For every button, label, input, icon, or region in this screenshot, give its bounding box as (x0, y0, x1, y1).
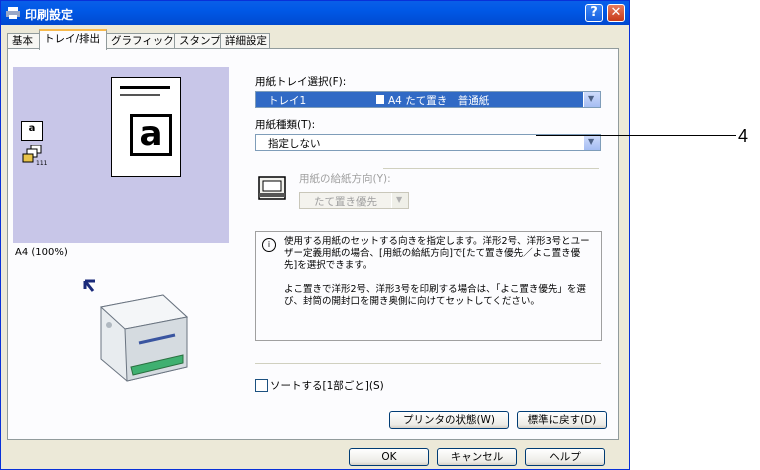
feed-direction-group (255, 159, 601, 221)
paper-line (120, 86, 170, 89)
restore-defaults-button[interactable]: 標準に戻す(D) (517, 411, 607, 429)
help-button[interactable]: ヘルプ (525, 448, 605, 466)
help-title-button[interactable]: ? (585, 4, 603, 22)
svg-text:111: 111 (36, 160, 47, 167)
tab-advanced[interactable]: 詳細設定 (220, 33, 270, 49)
chevron-down-icon[interactable]: ▼ (391, 193, 408, 208)
tab-graphics[interactable]: グラフィックス (106, 33, 184, 49)
printer-icon (6, 7, 20, 19)
paper-type-value: 指定しない (268, 138, 321, 150)
window-title: 印刷設定 (25, 8, 74, 22)
paper-feed-icon (258, 176, 286, 200)
tray-label: 用紙トレイ選択(F): (255, 76, 347, 88)
callout-number: 4 (738, 126, 749, 146)
tab-stamp[interactable]: スタンプ (174, 33, 221, 49)
preview-letter: a (130, 114, 172, 156)
tray-select-value: トレイ1 (268, 95, 307, 107)
feed-direction-label: 用紙の給紙方向(Y): (299, 173, 391, 185)
group-divider (383, 168, 599, 169)
feed-direction-select[interactable]: たて置き優先 ▼ (299, 192, 409, 209)
info-icon: i (262, 238, 276, 252)
close-button[interactable]: ✕ (607, 4, 625, 22)
printer-status-button[interactable]: プリンタの状態(W) (389, 411, 509, 429)
sort-checkbox[interactable] (255, 379, 268, 392)
small-paper-icon: a (21, 121, 43, 141)
paper-line (120, 94, 160, 96)
paper-stack-icon: 111 (22, 145, 47, 167)
tray-select-detail: A4 たて置き 普通紙 (388, 95, 490, 107)
preview-paper: a (111, 77, 181, 177)
title-bar: 印刷設定 ? ✕ (1, 1, 629, 25)
callout-line (536, 135, 736, 136)
paper-type-label: 用紙種類(T): (255, 119, 316, 131)
chevron-down-icon[interactable]: ▼ (583, 92, 600, 107)
sort-label: ソートする[1部ごと](S) (270, 380, 384, 392)
tray-select[interactable]: トレイ1 A4 たて置き 普通紙 ▼ (255, 91, 601, 108)
divider (255, 363, 601, 364)
chevron-down-icon[interactable]: ▼ (583, 135, 600, 150)
info-text-1: 使用する用紙のセットする向きを指定します。洋形2号、洋形3号とユーザー定義用紙の… (284, 236, 590, 271)
paper-size-icon (376, 95, 384, 104)
ok-button[interactable]: OK (349, 448, 429, 466)
paper-preview: a 111 a (13, 67, 229, 243)
printer-illustration (83, 279, 189, 382)
tab-tray-output[interactable]: トレイ/排出 (39, 29, 107, 50)
info-box: i 使用する用紙のセットする向きを指定します。洋形2号、洋形3号とユーザー定義用… (255, 231, 602, 341)
feed-direction-value: たて置き優先 (314, 196, 377, 208)
cancel-button[interactable]: キャンセル (437, 448, 517, 466)
info-text-2: よこ置きで洋形2号、洋形3号を印刷する場合は、「よこ置き優先」を選び、封筒の開封… (284, 284, 586, 307)
tab-basic[interactable]: 基本 (7, 33, 40, 49)
print-settings-dialog: 印刷設定 ? ✕ 基本 トレイ/排出 グラフィックス スタンプ 詳細設定 a 1… (0, 0, 630, 470)
paper-type-select[interactable]: 指定しない ▼ (255, 134, 601, 151)
preview-ratio: A4 (100%) (15, 247, 68, 258)
